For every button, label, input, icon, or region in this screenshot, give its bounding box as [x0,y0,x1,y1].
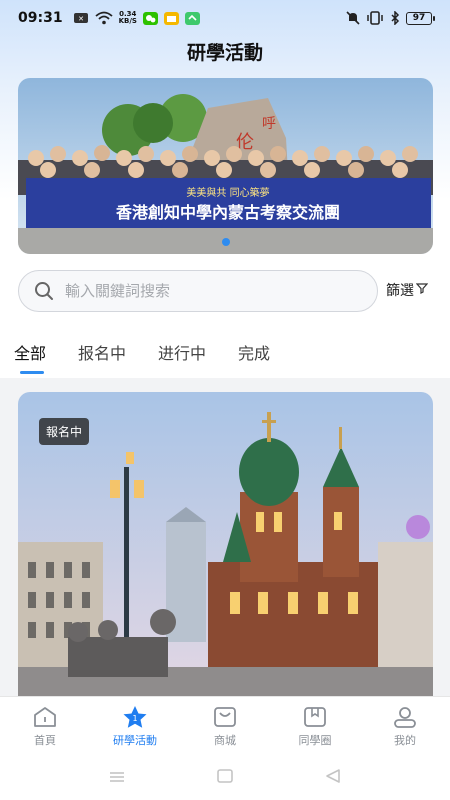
wifi-icon [94,11,113,25]
svg-text:呼: 呼 [262,116,276,132]
filter-icon [415,282,429,298]
app-notification-icon [184,11,200,25]
mail-app-icon [163,11,179,25]
banner-group-photo: 伦 呼 美美與共 同心築夢 香港創知中學內蒙古考察交流團 [18,78,433,254]
status-time: 09:31 [18,10,63,26]
activity-list: 報名中 [0,378,450,696]
bluetooth-icon [390,11,400,25]
tab-in-progress[interactable]: 进行中 [158,340,206,374]
filter-button[interactable]: 篩選 [386,280,429,300]
home-nav-icon[interactable] [216,768,234,788]
net-speed-unit: KB/S [118,17,137,25]
bottom-tab-bar: 首頁 1 研學活動 商城 同學圈 我的 [0,696,450,756]
wechat-icon [142,11,158,25]
search-icon [33,280,55,302]
star-icon: 1 [123,706,147,728]
vibrate-icon [366,11,384,25]
status-badge: 報名中 [39,418,90,445]
banner-pagination [18,238,433,246]
status-tabs: 全部 报名中 进行中 完成 [0,340,450,378]
tabbar-profile[interactable]: 我的 [360,697,450,756]
profile-icon [394,707,416,728]
shop-bag-icon [214,707,236,727]
banner-dot-active[interactable] [221,238,230,246]
status-bar: 09:31 ✕ 0.34 KB/S 97 [0,0,450,36]
tabbar-profile-label: 我的 [394,734,416,747]
bookmark-icon [304,707,326,727]
banner-carousel[interactable]: 伦 呼 美美與共 同心築夢 香港創知中學內蒙古考察交流團 [18,78,433,254]
tabbar-activities[interactable]: 1 研學活動 [90,697,180,756]
tab-registering[interactable]: 报名中 [78,340,126,374]
mute-icon [346,11,360,25]
banner-sign-line2: 香港創知中學內蒙古考察交流團 [115,203,340,222]
page-title: 研學活動 [186,42,263,64]
banner-sign-line1: 美美與共 同心築夢 [186,186,269,199]
notification-app-icon: ✕ [73,12,89,24]
tab-completed[interactable]: 完成 [238,340,270,374]
menu-nav-icon[interactable] [108,769,126,788]
home-icon [34,707,56,727]
svg-text:1: 1 [132,714,137,723]
tabbar-classmates[interactable]: 同學圈 [270,697,360,756]
battery-icon: 97 [406,11,435,25]
tabbar-classmates-label: 同學圈 [298,734,332,747]
tabbar-shop[interactable]: 商城 [180,697,270,756]
tab-all[interactable]: 全部 [14,340,46,374]
system-navigation-bar [0,756,450,800]
filter-label: 篩選 [386,283,414,299]
tabbar-home[interactable]: 首頁 [0,697,90,756]
svg-text:✕: ✕ [78,15,84,23]
tabbar-shop-label: 商城 [214,734,236,747]
search-input[interactable] [65,282,363,300]
activity-card[interactable]: 報名中 [18,392,433,696]
net-speed-indicator: 0.34 KB/S [119,11,137,25]
search-bar[interactable] [18,270,378,312]
tabbar-home-label: 首頁 [34,734,56,747]
back-nav-icon[interactable] [324,768,342,788]
tabbar-activities-label: 研學活動 [113,734,157,747]
